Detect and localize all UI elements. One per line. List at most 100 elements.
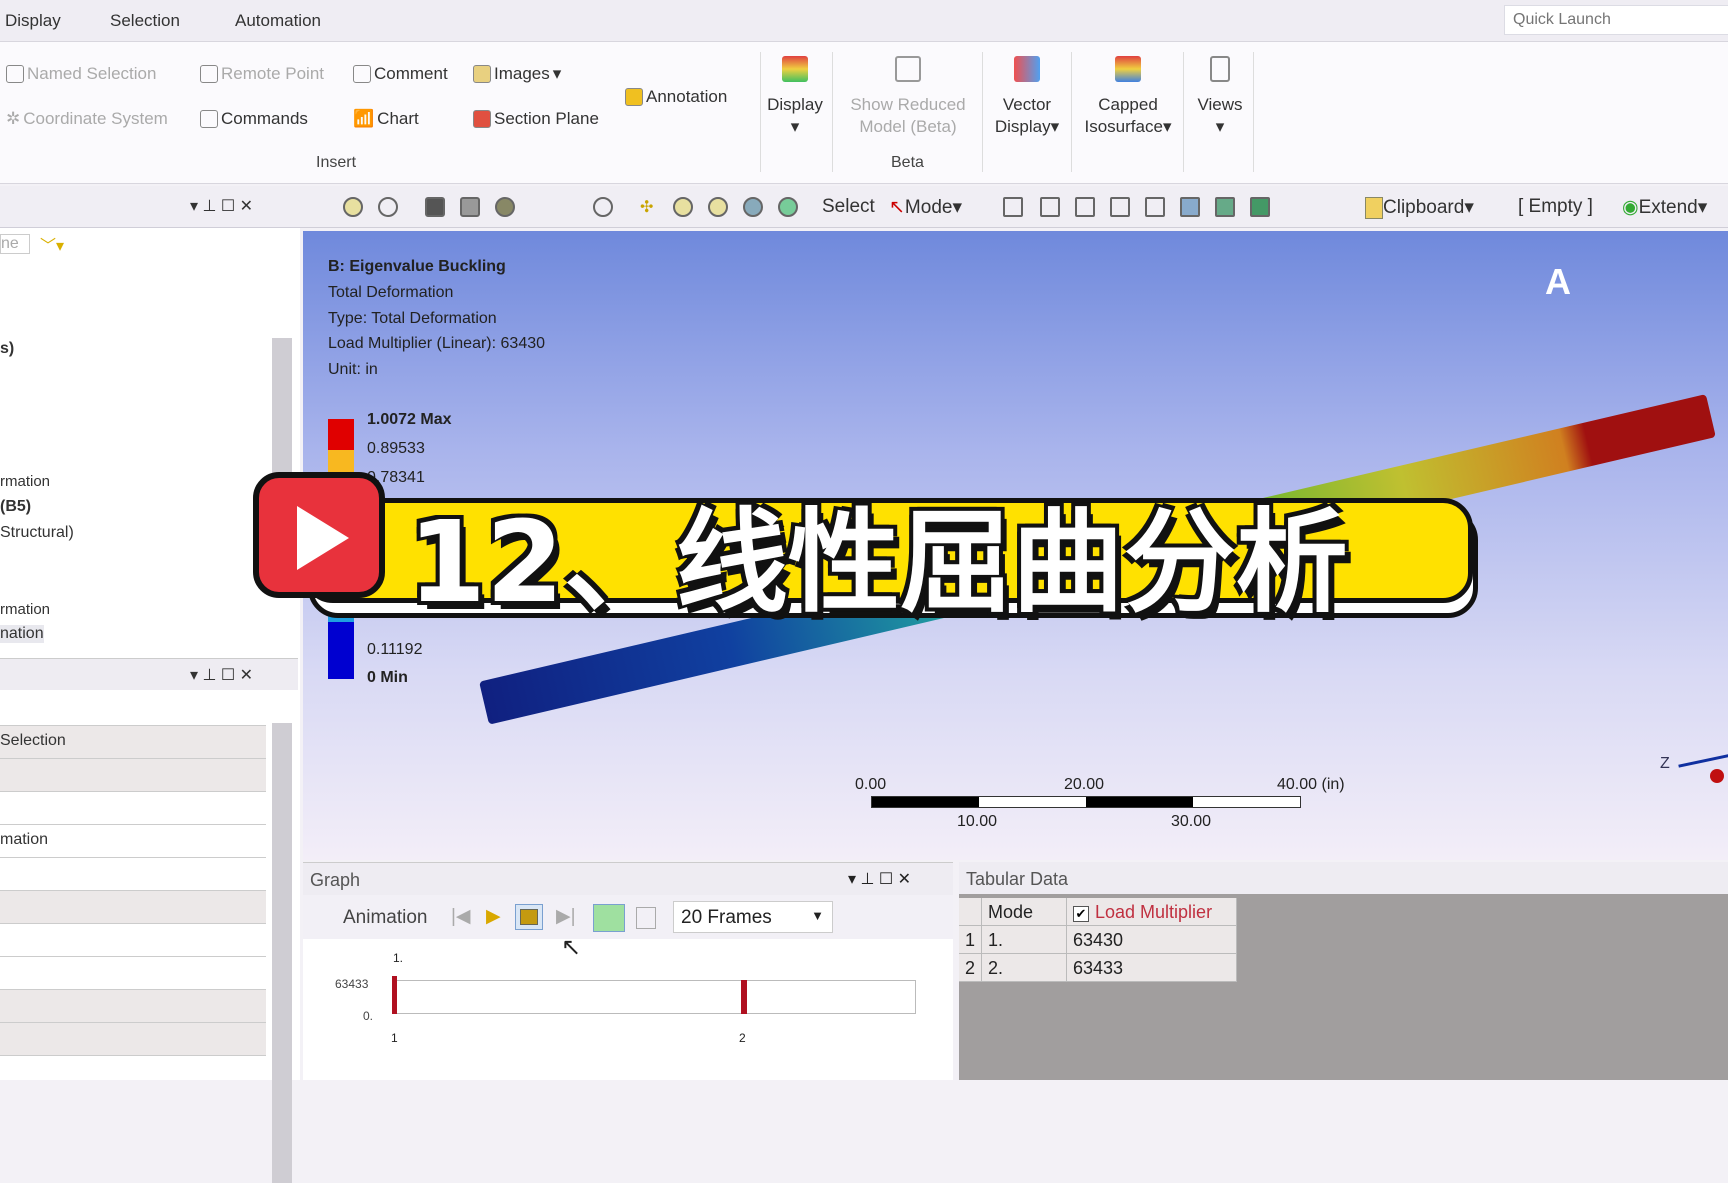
menu-automation[interactable]: Automation: [235, 11, 321, 31]
select-mesh-icon[interactable]: [1003, 197, 1023, 217]
play-badge: [253, 472, 385, 598]
result-line: Unit: in: [328, 361, 378, 378]
graph-panel-controls-icon[interactable]: ▾ ⊥ ☐ ✕: [848, 869, 911, 889]
result-line: Total Deformation: [328, 284, 454, 301]
distributed-frames-icon[interactable]: [593, 904, 625, 932]
details-scrollbar[interactable]: [272, 723, 292, 1183]
legend-value: 0.89533: [367, 440, 425, 457]
show-reduced-model-button[interactable]: Show Reduced Model (Beta): [840, 56, 976, 138]
tree-item[interactable]: rmation: [0, 601, 50, 618]
table-cell[interactable]: 2.: [982, 954, 1067, 982]
select-element-icon[interactable]: [1215, 197, 1235, 217]
scale-label: 0.00: [855, 776, 887, 793]
details-row: mation: [0, 831, 49, 848]
section-plane-button[interactable]: Section Plane: [473, 109, 599, 129]
select-face-icon[interactable]: [1110, 197, 1130, 217]
display-button[interactable]: Display ▾: [765, 56, 825, 138]
comment-icon: [353, 65, 371, 83]
axis-origin-icon: [1710, 769, 1724, 783]
pan-icon[interactable]: ✣: [640, 197, 660, 217]
zoom-box-icon[interactable]: [708, 197, 728, 217]
annotation-button[interactable]: Annotation: [625, 87, 727, 107]
column-header-mode[interactable]: Mode: [982, 898, 1067, 926]
vector-display-button[interactable]: Vector Display▾: [985, 56, 1069, 138]
select-node-icon[interactable]: [1180, 197, 1200, 217]
table-cell[interactable]: 1.: [982, 926, 1067, 954]
banner-title: 12、线性屈曲分析: [408, 498, 1348, 628]
images-button[interactable]: Images ▾: [473, 64, 561, 84]
next-frame-icon[interactable]: ▶|: [556, 905, 576, 928]
select-vertex-icon[interactable]: [1040, 197, 1060, 217]
mode-bar-1[interactable]: [392, 976, 397, 1014]
commands-button[interactable]: Commands: [200, 109, 308, 129]
views-button[interactable]: Views ▾: [1190, 56, 1250, 138]
extend-dropdown[interactable]: ◉Extend▾: [1622, 196, 1707, 219]
select-label: Select: [822, 196, 875, 217]
select-edge-icon[interactable]: [1075, 197, 1095, 217]
graph-header: Graph ▾ ⊥ ☐ ✕: [303, 863, 953, 895]
zoom-next-icon[interactable]: [778, 197, 798, 217]
tree-item-selected[interactable]: nation: [0, 625, 44, 643]
table-cell[interactable]: 63433: [1067, 954, 1237, 982]
previous-frame-icon[interactable]: |◀: [451, 905, 471, 928]
rotate-icon[interactable]: [593, 197, 613, 217]
zoom-icon[interactable]: [378, 197, 398, 217]
tree-item[interactable]: rmation: [0, 473, 50, 490]
chart-button[interactable]: 📶 Chart: [353, 109, 419, 129]
chart-icon: 📶: [353, 109, 375, 128]
x-tick: 2: [739, 1031, 746, 1045]
scale-label: 30.00: [1171, 813, 1212, 830]
coordinate-system-button[interactable]: ✲ Coordinate System: [6, 109, 168, 129]
section-plane-icon: [473, 110, 491, 128]
clipboard-status: [ Empty ]: [1518, 196, 1593, 217]
clipboard-dropdown[interactable]: Clipboard▾: [1365, 196, 1474, 219]
solid-view-icon[interactable]: [425, 197, 445, 217]
mode-dropdown[interactable]: ↖Mode▾: [889, 196, 962, 219]
quick-launch-input[interactable]: [1504, 5, 1728, 35]
display-icon: [782, 56, 808, 82]
beta-group-label: Beta: [891, 154, 924, 171]
frames-dropdown[interactable]: 20 Frames ▼: [673, 901, 833, 933]
capped-isosurface-button[interactable]: Capped Isosurface▾: [1074, 56, 1182, 138]
vector-display-icon: [1014, 56, 1040, 82]
ribbon: Named Selection Remote Point Comment Ima…: [0, 42, 1728, 184]
capped-isosurface-icon: [1115, 56, 1141, 82]
graphics-icon[interactable]: [495, 197, 515, 217]
checkbox-icon[interactable]: ✔: [1073, 906, 1089, 922]
zoom-in-icon[interactable]: [673, 197, 693, 217]
scale-label: 40.00 (in): [1277, 776, 1345, 793]
zoom-fit-icon[interactable]: [343, 197, 363, 217]
tree-item[interactable]: Structural): [0, 524, 74, 542]
insert-group-label: Insert: [316, 154, 357, 171]
filter-chevron-icon[interactable]: ﹀▾: [40, 232, 64, 256]
graph-plot-area: [393, 980, 916, 1014]
coordinate-system-icon: ✲: [6, 109, 21, 128]
remote-point-button[interactable]: Remote Point: [200, 64, 324, 84]
graph-panel: Graph ▾ ⊥ ☐ ✕ Animation |◀ ▶ ▶| 20 Frame…: [303, 862, 953, 1080]
tree-item[interactable]: s): [0, 340, 14, 358]
filter-input[interactable]: ne: [0, 234, 30, 254]
select-body-icon[interactable]: [1145, 197, 1165, 217]
column-header-load-multiplier[interactable]: ✔ Load Multiplier: [1067, 898, 1237, 926]
menu-selection[interactable]: Selection: [110, 11, 180, 31]
menu-display[interactable]: Display: [5, 11, 61, 31]
analysis-title: B: Eigenvalue Buckling: [328, 258, 506, 275]
table-cell[interactable]: 63430: [1067, 926, 1237, 954]
stop-button[interactable]: [515, 904, 543, 930]
comment-button[interactable]: Comment: [353, 64, 448, 84]
details-panel-controls-icon[interactable]: ▾ ⊥ ☐ ✕: [190, 665, 253, 685]
scale-label: 20.00: [1064, 776, 1105, 793]
tree-item[interactable]: (B5): [0, 498, 31, 516]
details-row: Selection: [0, 732, 66, 749]
shaded-view-icon[interactable]: [460, 197, 480, 217]
named-selection-button[interactable]: Named Selection: [6, 64, 156, 84]
dropdown-arrow-icon: ▼: [811, 908, 824, 923]
mode-bar-2[interactable]: [741, 980, 747, 1014]
tabular-title: Tabular Data: [966, 869, 1069, 889]
select-element-face-icon[interactable]: [1250, 197, 1270, 217]
result-frames-icon[interactable]: [636, 907, 656, 929]
zoom-previous-icon[interactable]: [743, 197, 763, 217]
play-icon[interactable]: ▶: [486, 905, 501, 928]
panel-controls-icon[interactable]: ▾ ⊥ ☐ ✕: [190, 196, 253, 216]
clipboard-icon: [1365, 196, 1383, 219]
